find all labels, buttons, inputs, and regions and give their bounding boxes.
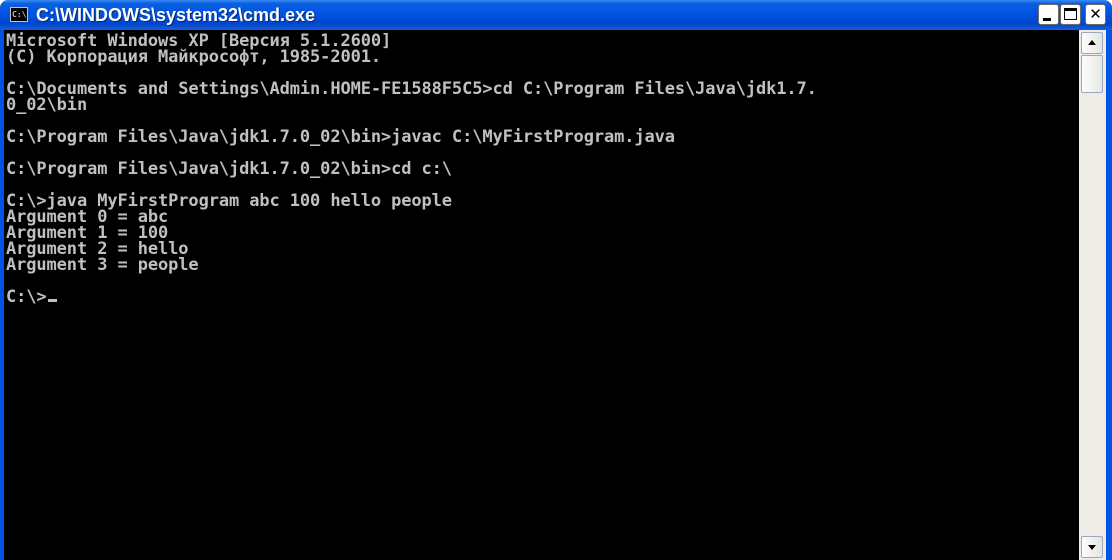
console-line: Argument 3 = people (6, 255, 199, 275)
scroll-up-button[interactable] (1081, 32, 1103, 54)
maximize-button[interactable] (1060, 4, 1081, 25)
cmd-window-icon[interactable]: C:\ (10, 7, 28, 22)
close-icon: ✕ (1089, 5, 1102, 23)
maximize-icon (1064, 8, 1077, 20)
console-prompt-line[interactable]: C:\> (6, 287, 817, 307)
window-title: C:\WINDOWS\system32\cmd.exe (36, 5, 316, 25)
console-output[interactable]: Microsoft Windows XP [Версия 5.1.2600] (… (4, 30, 1079, 560)
console-line: (С) Корпорация Майкрософт, 1985-2001. (6, 47, 381, 67)
arrow-up-icon (1088, 40, 1096, 45)
console-lines: Microsoft Windows XP [Версия 5.1.2600] (… (6, 33, 817, 307)
console-line: C:\Documents and Settings\Admin.HOME-FE1… (6, 79, 817, 99)
scroll-down-button[interactable] (1081, 536, 1103, 558)
window-frame-right (1106, 30, 1112, 560)
minimize-button[interactable] (1038, 4, 1059, 25)
text-cursor (47, 299, 57, 302)
console-line: C:\Program Files\Java\jdk1.7.0_02\bin>cd… (6, 159, 452, 179)
title-bar[interactable]: C:\ C:\WINDOWS\system32\cmd.exe ✕ (0, 0, 1112, 30)
console-prompt: C:\> (6, 287, 47, 307)
vertical-scrollbar[interactable] (1079, 30, 1106, 560)
scroll-thumb[interactable] (1081, 55, 1103, 93)
console-line: C:\Program Files\Java\jdk1.7.0_02\bin>ja… (6, 127, 675, 147)
console-line: 0_02\bin (6, 95, 88, 115)
minimize-icon (1043, 18, 1051, 21)
cmd-window: C:\ C:\WINDOWS\system32\cmd.exe ✕ Micros… (0, 0, 1112, 560)
arrow-down-icon (1088, 545, 1096, 550)
close-button[interactable]: ✕ (1085, 4, 1106, 25)
